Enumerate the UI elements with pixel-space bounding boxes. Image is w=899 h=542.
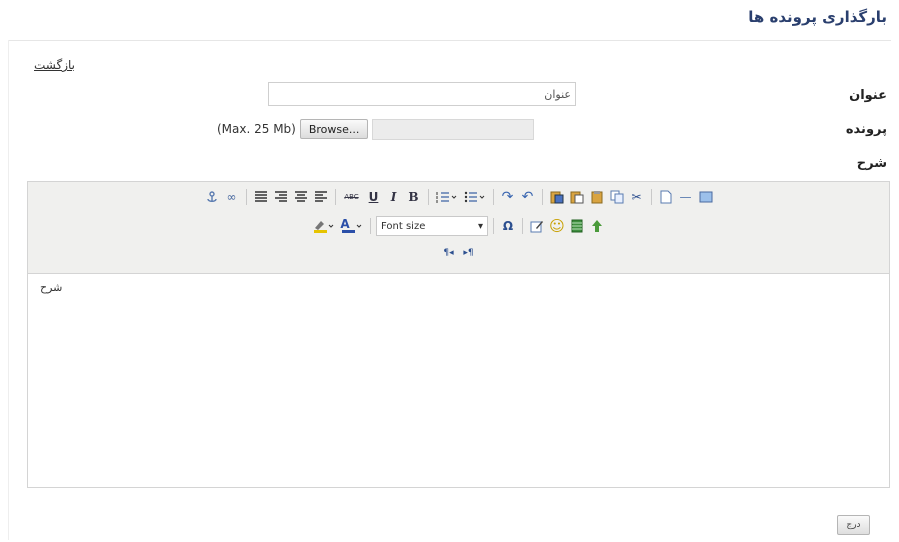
align-center-icon[interactable] [292,188,310,206]
rich-text-editor: ∞ ABC U I B ↷ ↶ ✂ — A Font size ▾ Ω ☺ ¶◂… [27,181,890,488]
file-upload-row: (Max. 25 Mb) Browse... [217,117,535,141]
bold-icon[interactable]: B [405,188,423,206]
file-label: پرونده [845,122,887,137]
redo-icon[interactable]: ↷ [499,188,517,206]
toolbar-separator [522,218,523,234]
toolbar-separator [334,189,336,205]
description-label: شرح [856,156,887,171]
highlight-color-icon[interactable] [311,217,337,235]
underline-icon[interactable]: U [365,188,383,206]
media-icon[interactable] [568,217,586,235]
link-icon[interactable]: ∞ [223,188,241,206]
paste-word-icon[interactable] [548,188,566,206]
align-right-icon[interactable] [272,188,290,206]
image-insert-icon[interactable] [588,217,606,235]
title-label: عنوان [849,88,887,103]
left-border [8,40,9,540]
submit-button[interactable]: درج [837,515,870,535]
strikethrough-icon[interactable]: ABC [341,188,363,206]
toolbar-separator [541,189,543,205]
ordered-list-icon[interactable] [434,188,460,206]
toolbar-row-1: ∞ ABC U I B ↷ ↶ ✂ — [28,188,889,206]
anchor-icon[interactable] [203,188,221,206]
back-link[interactable]: بازگشت [34,58,75,72]
font-color-icon[interactable]: A [339,217,365,235]
page-title: بارگذاری پرونده ها [748,8,887,26]
paste-icon[interactable] [588,188,606,206]
horizontal-rule-icon[interactable]: — [677,188,695,206]
toolbar-row-3: ¶◂ ▸¶ [28,244,889,262]
toolbar-row-2: A Font size ▾ Ω ☺ [28,216,889,236]
toolbar-separator [427,189,429,205]
chevron-down-icon: ▾ [477,220,483,232]
toolbar-separator [650,189,652,205]
special-char-icon[interactable]: Ω [499,217,517,235]
toolbar-separator [492,189,494,205]
align-justify-icon[interactable] [252,188,270,206]
title-input[interactable] [268,82,576,106]
unordered-list-icon[interactable] [462,188,488,206]
image-icon[interactable] [697,188,715,206]
italic-icon[interactable]: I [385,188,403,206]
emoticon-icon[interactable]: ☺ [548,217,566,235]
edit-icon[interactable] [528,217,546,235]
new-document-icon[interactable] [657,188,675,206]
file-path-field[interactable] [372,118,535,140]
paste-text-icon[interactable] [568,188,586,206]
title-divider [8,40,891,41]
editor-toolbar: ∞ ABC U I B ↷ ↶ ✂ — A Font size ▾ Ω ☺ ¶◂… [28,182,889,274]
font-size-select[interactable]: Font size ▾ [376,216,488,236]
toolbar-separator [370,218,371,234]
font-size-placeholder: Font size [381,220,426,232]
rtl-icon[interactable]: ¶◂ [440,244,458,262]
cut-icon[interactable]: ✂ [628,188,646,206]
toolbar-separator [493,218,494,234]
browse-button[interactable]: Browse... [299,119,369,139]
align-left-icon[interactable] [312,188,330,206]
editor-content-area[interactable]: شرح [28,273,889,487]
font-color-letter: A [340,217,350,231]
max-size-note: (Max. 25 Mb) [217,122,296,136]
copy-icon[interactable] [608,188,626,206]
toolbar-separator [245,189,247,205]
undo-icon[interactable]: ↶ [519,188,537,206]
ltr-icon[interactable]: ▸¶ [460,244,478,262]
